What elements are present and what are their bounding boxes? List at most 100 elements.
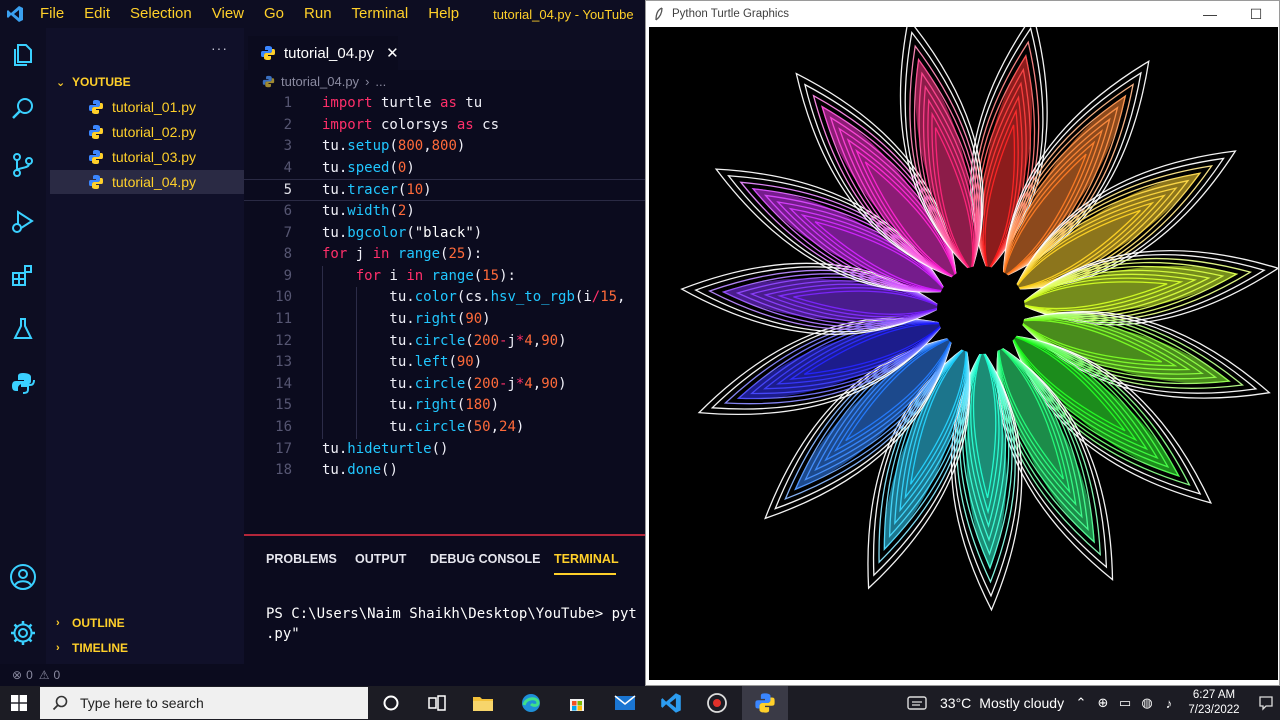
folder-header[interactable]: ⌄ YOUTUBE — [46, 71, 244, 93]
code-line[interactable]: 3 tu.setup(800,800) — [244, 136, 645, 158]
explorer-icon[interactable] — [8, 40, 38, 70]
run-debug-icon[interactable] — [8, 206, 38, 236]
extensions-icon[interactable] — [8, 260, 38, 290]
menu-help[interactable]: Help — [418, 0, 469, 28]
code-line[interactable]: 16 tu.circle(50,24) — [244, 416, 645, 439]
code-line[interactable]: 9 for i in range(15): — [244, 265, 645, 288]
volume-icon[interactable]: ♪ — [1158, 696, 1180, 711]
account-icon[interactable] — [8, 562, 38, 592]
code-line[interactable]: 14 tu.circle(200-j*4,90) — [244, 373, 645, 396]
file-item[interactable]: tutorial_02.py — [50, 120, 244, 144]
indent-guide — [355, 287, 357, 309]
file-item[interactable]: tutorial_04.py — [50, 170, 244, 194]
notification-center-icon[interactable] — [1252, 686, 1280, 720]
menu-selection[interactable]: Selection — [120, 0, 202, 28]
cortana-icon[interactable] — [368, 686, 414, 720]
code-text: tu.right(90) — [322, 310, 491, 327]
code-line[interactable]: 18 tu.done() — [244, 460, 645, 482]
python-extension-icon[interactable] — [8, 368, 38, 398]
globe-icon[interactable]: ◍ — [1136, 695, 1158, 711]
more-actions-icon[interactable]: ··· — [211, 40, 228, 56]
code-line[interactable]: 15 tu.right(180) — [244, 395, 645, 417]
code-line[interactable]: 13 tu.left(90) — [244, 352, 645, 374]
indent-guide — [355, 330, 357, 353]
menu-edit[interactable]: Edit — [74, 0, 120, 28]
minimize-button[interactable]: — — [1187, 1, 1233, 27]
menu-terminal[interactable]: Terminal — [342, 0, 419, 28]
vscode-logo-icon[interactable] — [0, 0, 30, 28]
code-line[interactable]: 10 tu.color(cs.hsv_to_rgb(i/15, — [244, 287, 645, 309]
indent-guide — [355, 416, 357, 439]
network-icon[interactable]: ⊕ — [1092, 695, 1114, 711]
start-button[interactable] — [0, 686, 38, 720]
code-line[interactable]: 7 tu.bgcolor("black") — [244, 223, 645, 245]
code-text: tu.right(180) — [322, 397, 500, 414]
code-text: for i in range(15): — [355, 267, 516, 284]
outline-label: OUTLINE — [72, 616, 125, 630]
code-line[interactable]: 4 tu.speed(0) — [244, 158, 645, 180]
code-line[interactable]: 6 tu.width(2) — [244, 201, 645, 223]
turtle-canvas[interactable] — [649, 27, 1278, 680]
code-line[interactable]: 2 import colorsys as cs — [244, 115, 645, 137]
close-tab-icon[interactable]: ✕ — [386, 44, 399, 62]
windows-logo-icon — [11, 695, 27, 711]
line-number: 14 — [275, 375, 292, 392]
testing-flask-icon[interactable] — [8, 314, 38, 344]
panel-tab-debug-console[interactable]: DEBUG CONSOLE — [430, 552, 540, 566]
vscode-taskbar-icon[interactable] — [648, 686, 694, 720]
code-line[interactable]: 8 for j in range(25): — [244, 244, 645, 266]
screen: File Edit Selection View Go Run Terminal Help t… — [0, 0, 1280, 720]
panel-tab-output[interactable]: OUTPUT — [355, 552, 406, 566]
warning-count[interactable]: 0 — [54, 668, 61, 682]
menu-file[interactable]: File — [30, 0, 74, 28]
warning-icon[interactable]: ⚠ — [39, 668, 50, 682]
line-number: 8 — [283, 246, 292, 263]
cloud-icon — [907, 696, 927, 710]
error-icon[interactable]: ⊗ — [12, 668, 22, 682]
code-line[interactable]: 11 tu.right(90) — [244, 308, 645, 331]
panel-tab-problems[interactable]: PROBLEMS — [266, 552, 337, 566]
file-name: tutorial_02.py — [112, 124, 197, 140]
taskbar-search[interactable]: Type here to search — [40, 687, 368, 719]
panel-tab-terminal[interactable]: TERMINAL — [554, 552, 619, 566]
settings-gear-icon[interactable] — [8, 618, 38, 648]
code-line[interactable]: 1 import turtle as tu — [244, 93, 645, 115]
error-count[interactable]: 0 — [26, 668, 33, 682]
task-view-icon[interactable] — [414, 686, 460, 720]
file-explorer-icon[interactable] — [460, 686, 506, 720]
code-line[interactable]: 17 tu.hideturtle() — [244, 439, 645, 461]
breadcrumb-file[interactable]: tutorial_04.py — [281, 74, 359, 89]
line-number: 13 — [275, 354, 292, 371]
code-text: tu.setup(800,800) — [322, 138, 466, 155]
python-file-icon — [89, 100, 103, 114]
python-taskbar-icon[interactable] — [742, 686, 788, 720]
breadcrumb-tail[interactable]: ... — [375, 74, 386, 89]
chevron-up-icon[interactable]: ⌃ — [1070, 695, 1092, 711]
code-area[interactable]: 1 import turtle as tu 2 import colorsys as … — [244, 93, 645, 482]
search-icon[interactable] — [8, 94, 38, 124]
menu-run[interactable]: Run — [294, 0, 342, 28]
microsoft-store-icon[interactable] — [554, 686, 600, 720]
file-item[interactable]: tutorial_01.py — [50, 95, 244, 119]
file-item[interactable]: tutorial_03.py — [50, 145, 244, 169]
line-number: 6 — [283, 202, 292, 219]
clock[interactable]: 6:27 AM 7/23/2022 — [1184, 688, 1244, 718]
editor-tab-tutorial-04[interactable]: tutorial_04.py ✕ — [248, 36, 399, 70]
battery-icon[interactable]: ▭ — [1114, 695, 1136, 711]
mail-icon[interactable] — [602, 686, 648, 720]
source-control-icon[interactable] — [8, 150, 38, 180]
menu-view[interactable]: View — [202, 0, 254, 28]
code-line[interactable]: 12 tu.circle(200-j*4,90) — [244, 330, 645, 353]
outline-header[interactable]: › OUTLINE — [46, 612, 244, 634]
breadcrumb-separator-icon: › — [365, 74, 370, 89]
maximize-button[interactable]: ☐ — [1233, 1, 1279, 27]
obs-record-icon[interactable] — [694, 686, 740, 720]
terminal-output[interactable]: PS C:\Users\Naim Shaikh\Desktop\YouTube>… — [266, 604, 637, 644]
timeline-header[interactable]: › TIMELINE — [46, 637, 244, 659]
edge-browser-icon[interactable] — [508, 686, 554, 720]
code-line[interactable]: 5 tu.tracer(10) — [244, 179, 645, 201]
line-number: 10 — [275, 289, 292, 306]
weather-widget[interactable]: 33°C Mostly cloudy — [906, 686, 1064, 720]
menu-go[interactable]: Go — [254, 0, 294, 28]
python-file-icon — [262, 75, 275, 88]
